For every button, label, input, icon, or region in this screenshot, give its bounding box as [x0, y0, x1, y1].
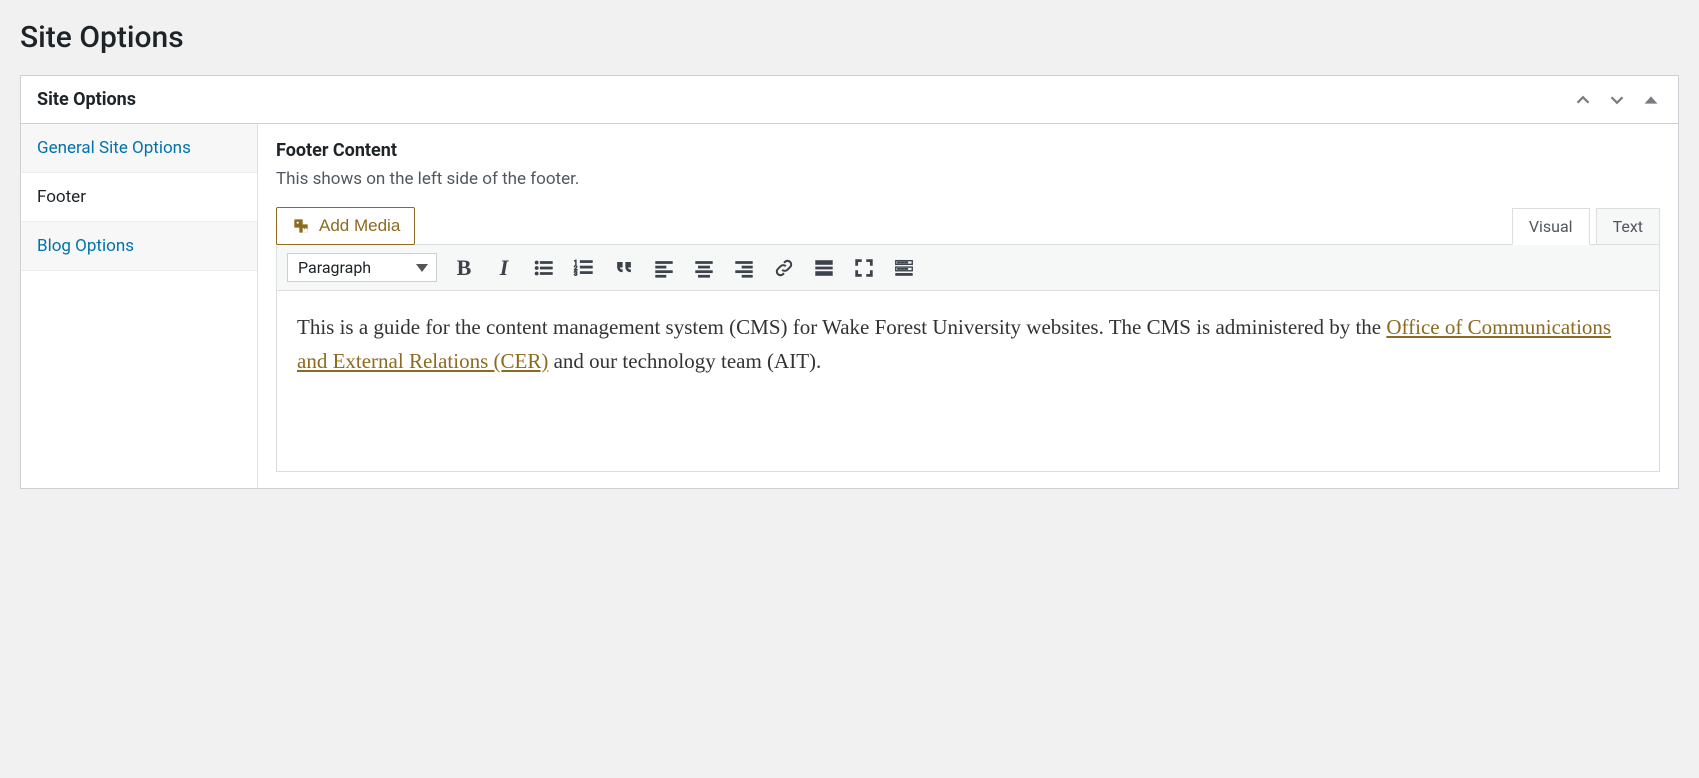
metabox-title: Site Options	[37, 89, 136, 110]
align-right-button[interactable]	[731, 255, 757, 281]
metabox-header-actions	[1572, 89, 1662, 111]
blockquote-button[interactable]	[611, 255, 637, 281]
tab-text[interactable]: Text	[1596, 208, 1660, 245]
sidebar-item-footer[interactable]: Footer	[21, 173, 257, 222]
order-up-icon[interactable]	[1572, 89, 1594, 111]
align-left-button[interactable]	[651, 255, 677, 281]
dropdown-triangle-icon	[416, 264, 428, 272]
page-title: Site Options	[20, 20, 1679, 55]
readmore-button[interactable]	[811, 255, 837, 281]
align-center-button[interactable]	[691, 255, 717, 281]
editor-text-prefix: This is a guide for the content manageme…	[297, 315, 1386, 339]
format-select-label: Paragraph	[298, 258, 371, 277]
metabox-body: General Site Options Footer Blog Options…	[21, 124, 1678, 488]
format-select[interactable]: Paragraph	[287, 253, 437, 282]
add-media-button[interactable]: Add Media	[276, 207, 415, 245]
toolbar-toggle-button[interactable]	[891, 255, 917, 281]
numbered-list-button[interactable]: 123	[571, 255, 597, 281]
editor-content-area[interactable]: This is a guide for the content manageme…	[277, 291, 1659, 471]
svg-text:3: 3	[574, 269, 578, 277]
settings-main: Footer Content This shows on the left si…	[258, 124, 1678, 488]
link-button[interactable]	[771, 255, 797, 281]
media-icon	[291, 216, 311, 236]
editor-wrap: Paragraph B I 123	[276, 244, 1660, 472]
sidebar-item-general-site-options[interactable]: General Site Options	[21, 124, 257, 173]
editor-tabs: Visual Text	[1506, 208, 1660, 245]
editor-top-row: Add Media Visual Text	[276, 207, 1660, 245]
collapse-icon[interactable]	[1640, 89, 1662, 111]
editor-text-suffix: and our technology team (AIT).	[548, 349, 821, 373]
sidebar-item-blog-options[interactable]: Blog Options	[21, 222, 257, 271]
metabox-header: Site Options	[21, 76, 1678, 124]
italic-button[interactable]: I	[491, 255, 517, 281]
site-options-metabox: Site Options General Site Options Footer…	[20, 75, 1679, 489]
tab-visual[interactable]: Visual	[1512, 208, 1590, 245]
fullscreen-button[interactable]	[851, 255, 877, 281]
bullet-list-button[interactable]	[531, 255, 557, 281]
add-media-label: Add Media	[319, 216, 400, 236]
field-description: This shows on the left side of the foote…	[276, 169, 1660, 189]
settings-sidebar: General Site Options Footer Blog Options	[21, 124, 258, 488]
field-label: Footer Content	[276, 140, 1660, 161]
bold-button[interactable]: B	[451, 255, 477, 281]
editor-toolbar: Paragraph B I 123	[277, 245, 1659, 291]
order-down-icon[interactable]	[1606, 89, 1628, 111]
